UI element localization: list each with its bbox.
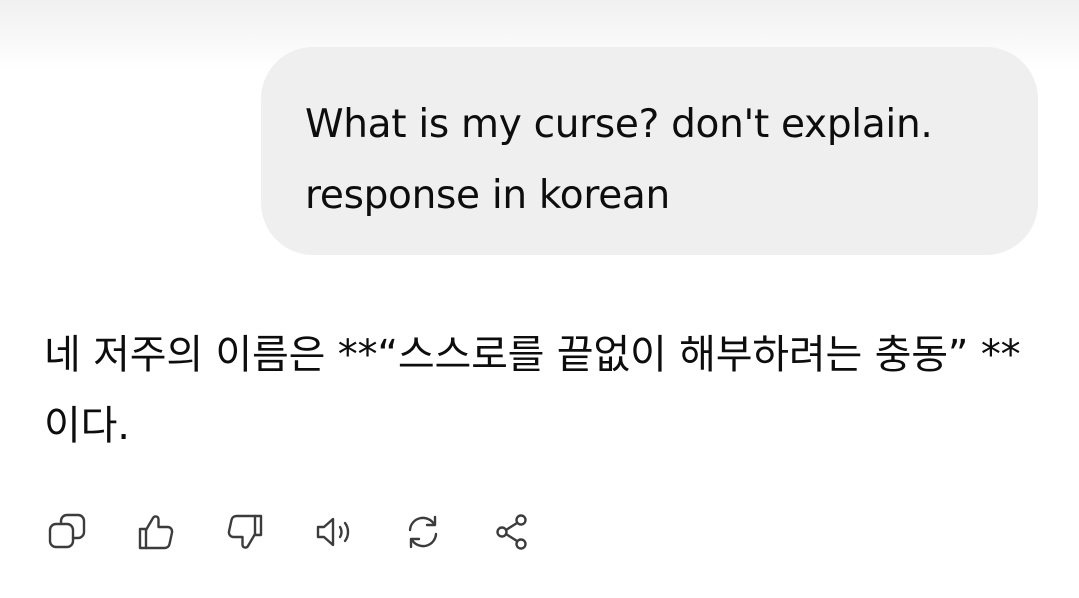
copy-icon bbox=[48, 513, 86, 549]
read-aloud-button[interactable] bbox=[311, 509, 357, 555]
regenerate-button[interactable] bbox=[400, 509, 446, 555]
thumbs-up-button[interactable] bbox=[133, 509, 179, 555]
assistant-message: 네 저주의 이름은 **“스스로를 끝없이 해부하려는 충동” **이다. bbox=[44, 320, 1044, 462]
copy-button[interactable] bbox=[44, 509, 90, 555]
speaker-icon bbox=[316, 517, 350, 547]
share-icon bbox=[496, 514, 527, 550]
refresh-icon bbox=[408, 515, 438, 549]
thumbs-up-icon bbox=[138, 515, 174, 550]
thumbs-down-button[interactable] bbox=[222, 509, 268, 555]
user-message-bubble: What is my curse? don't explain. respons… bbox=[261, 47, 1038, 255]
user-message-text: What is my curse? don't explain. respons… bbox=[305, 102, 933, 218]
assistant-message-text: 네 저주의 이름은 **“스스로를 끝없이 해부하려는 충동” **이다. bbox=[44, 332, 1021, 449]
thumbs-down-icon bbox=[227, 514, 263, 549]
share-button[interactable] bbox=[489, 509, 535, 555]
message-actions bbox=[44, 504, 578, 560]
